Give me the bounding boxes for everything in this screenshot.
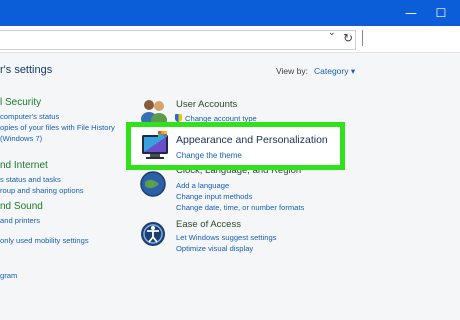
category-security-heading[interactable]: l Security [0,97,41,108]
appearance-monitor-icon[interactable] [138,129,172,163]
refresh-icon[interactable]: ↻ [340,27,356,49]
view-by-dropdown[interactable]: Category ▾ [314,66,355,77]
programs-link[interactable]: gram [0,271,17,280]
mobility-link[interactable]: only used mobility settings [0,236,89,245]
ease-of-access-heading[interactable]: Ease of Access [176,219,241,230]
clock-globe-icon[interactable] [139,170,167,198]
appearance-personalization-heading[interactable]: Appearance and Personalization [176,134,328,146]
page-title: r's settings [0,64,53,76]
security-link-status[interactable]: computer's status [0,112,59,121]
maximize-button[interactable]: ☐ [426,0,456,26]
search-field-edge[interactable] [362,30,363,46]
window-titlebar: — ☐ [0,0,460,26]
clock-link-input-methods[interactable]: Change input methods [176,192,252,201]
change-theme-link[interactable]: Change the theme [176,151,242,160]
clock-link-date-formats[interactable]: Change date, time, or number formats [176,203,304,212]
user-accounts-heading[interactable]: User Accounts [176,99,237,110]
minimize-button[interactable]: — [396,0,426,26]
uac-shield-icon [175,114,182,122]
security-link-windows7[interactable]: (Windows 7) [0,134,42,143]
ease-link-suggest-settings[interactable]: Let Windows suggest settings [176,233,276,242]
network-link-status[interactable]: s status and tasks [0,175,61,184]
address-history-chevron-icon[interactable]: ⌄ [328,28,336,38]
user-accounts-icon[interactable] [139,97,169,125]
security-link-file-history[interactable]: opies of your files with File History [0,123,115,132]
address-bar [0,26,460,53]
clock-link-add-language[interactable]: Add a language [176,181,229,190]
hardware-link-printers[interactable]: and printers [0,216,40,225]
address-field[interactable] [0,30,356,50]
category-network-heading[interactable]: nd Internet [0,160,48,171]
category-hardware-heading[interactable]: nd Sound [0,201,43,212]
view-by-label: View by: [276,66,308,76]
ease-link-optimize-display[interactable]: Optimize visual display [176,244,253,253]
ease-of-access-icon[interactable] [139,220,167,248]
network-link-homegroup[interactable]: roup and sharing options [0,186,84,195]
